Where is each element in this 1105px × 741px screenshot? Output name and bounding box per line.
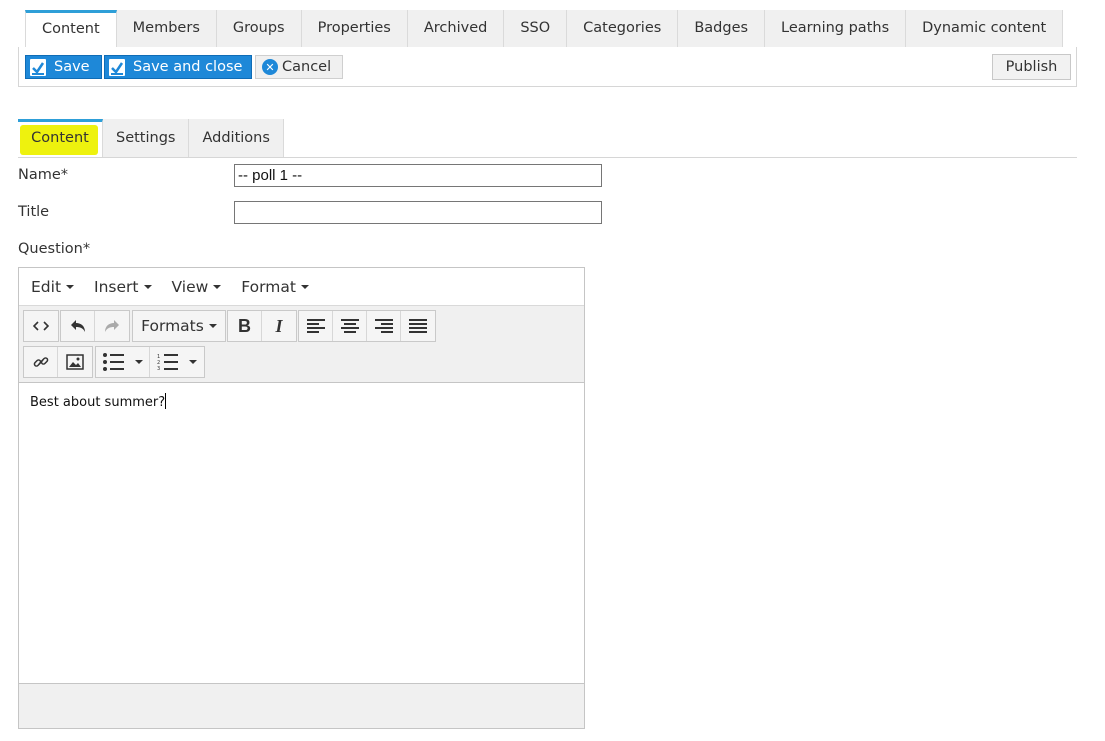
menu-edit-label: Edit: [31, 277, 62, 296]
title-input[interactable]: [234, 201, 602, 224]
menu-insert[interactable]: Insert: [94, 277, 152, 296]
insert-group: [23, 346, 93, 378]
align-justify-button[interactable]: [401, 311, 435, 341]
subtab-content[interactable]: Content: [18, 119, 103, 157]
name-label: Name*: [18, 167, 69, 183]
save-label: Save: [54, 59, 90, 75]
cancel-label: Cancel: [282, 59, 332, 75]
align-right-icon: [374, 319, 393, 333]
editor-statusbar: [19, 683, 584, 728]
text-cursor: [165, 393, 167, 409]
list-group: 123: [95, 346, 205, 378]
save-icon: [30, 58, 46, 76]
formats-dropdown[interactable]: Formats: [133, 311, 225, 341]
redo-button[interactable]: [95, 311, 129, 341]
menu-view[interactable]: View: [172, 278, 222, 296]
question-label: Question*: [18, 241, 91, 257]
numbered-list-button[interactable]: 123: [150, 347, 204, 377]
tab-divider: [18, 157, 1077, 158]
menu-format[interactable]: Format: [241, 278, 309, 296]
align-left-button[interactable]: [299, 311, 333, 341]
image-icon: [66, 354, 84, 370]
sub-tabs: Content Settings Additions: [18, 119, 284, 157]
link-icon: [33, 357, 48, 367]
formats-label: Formats: [141, 317, 204, 335]
align-center-icon: [340, 319, 359, 333]
tab-learning-paths[interactable]: Learning paths: [765, 10, 907, 47]
chevron-down-icon: [300, 284, 309, 289]
link-button[interactable]: [24, 347, 58, 377]
history-group: [60, 310, 130, 342]
svg-text:3: 3: [157, 366, 160, 371]
undo-button[interactable]: [61, 311, 95, 341]
tab-dynamic-content[interactable]: Dynamic content: [906, 10, 1064, 47]
source-group: [23, 310, 59, 342]
redo-icon: [105, 320, 119, 332]
save-and-close-button[interactable]: Save and close: [104, 55, 252, 79]
save-button[interactable]: Save: [25, 55, 102, 79]
editor-toolbar: Formats B I 1 2 3: [19, 306, 584, 383]
numbered-list-icon: 123: [157, 354, 178, 371]
tab-badges[interactable]: Badges: [678, 10, 766, 47]
chevron-down-icon: [213, 284, 222, 289]
italic-button[interactable]: I: [262, 311, 296, 341]
editor-content-area[interactable]: Best about summer?: [19, 383, 584, 683]
tab-archived[interactable]: Archived: [407, 10, 505, 47]
menu-format-label: Format: [241, 277, 296, 296]
chevron-down-icon: [208, 324, 217, 328]
tab-members[interactable]: Members: [116, 10, 217, 47]
action-toolbar: Save Save and close ✕ Cancel Publish: [18, 47, 1077, 87]
main-tabs: Content Members Groups Properties Archiv…: [25, 10, 1064, 47]
editor-content-text: Best about summer?: [30, 395, 166, 410]
source-code-icon: [33, 321, 49, 331]
align-group: [298, 310, 436, 342]
name-input[interactable]: [234, 164, 602, 187]
menu-insert-label: Insert: [94, 277, 139, 296]
image-button[interactable]: [58, 347, 92, 377]
save-close-icon: [109, 58, 125, 76]
bullet-list-button[interactable]: [96, 347, 150, 377]
tab-properties[interactable]: Properties: [301, 10, 408, 47]
chevron-down-icon: [143, 284, 152, 289]
cancel-icon: ✕: [262, 59, 278, 75]
menu-edit[interactable]: Edit: [31, 277, 75, 296]
chevron-down-icon: [189, 360, 197, 364]
undo-icon: [70, 320, 85, 332]
menu-view-label: View: [171, 277, 209, 296]
align-justify-icon: [409, 319, 427, 333]
chevron-down-icon: [134, 360, 143, 364]
tab-content[interactable]: Content: [25, 10, 117, 47]
bullet-list-icon: [102, 353, 124, 371]
chevron-down-icon: [66, 284, 75, 289]
source-code-button[interactable]: [24, 311, 58, 341]
subtab-content-label: Content: [31, 130, 89, 146]
bold-button[interactable]: B: [228, 311, 262, 341]
formats-group: Formats: [132, 310, 226, 342]
publish-button[interactable]: Publish: [992, 54, 1071, 80]
title-label: Title: [18, 204, 50, 220]
align-right-button[interactable]: [367, 311, 401, 341]
align-center-button[interactable]: [333, 311, 367, 341]
question-editor: Edit Insert View Format Formats B I 1 2 …: [18, 267, 585, 729]
subtab-settings[interactable]: Settings: [103, 119, 190, 157]
style-group: B I: [227, 310, 297, 342]
save-and-close-label: Save and close: [133, 59, 243, 75]
cancel-button[interactable]: ✕ Cancel: [255, 55, 343, 79]
subtab-additions[interactable]: Additions: [189, 119, 284, 157]
editor-menubar: Edit Insert View Format: [19, 268, 584, 306]
tab-categories[interactable]: Categories: [567, 10, 679, 47]
tab-groups[interactable]: Groups: [216, 10, 302, 47]
align-left-icon: [306, 319, 325, 333]
tab-sso[interactable]: SSO: [504, 10, 568, 47]
